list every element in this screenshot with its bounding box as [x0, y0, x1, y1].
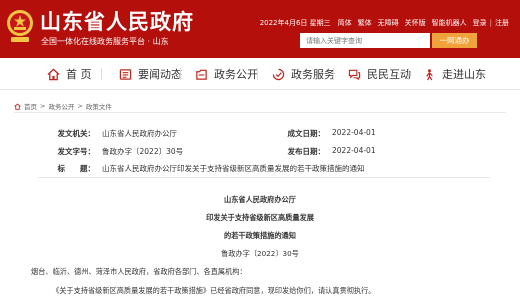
shandong-icon: [426, 68, 433, 80]
link-accessibility[interactable]: 无障碍: [375, 18, 402, 28]
doc-body-paragraph: 《关于支持省级新区高质量发展的若干政策措施》已经省政府同意，现印发给你们，请认真…: [52, 286, 376, 295]
link-robot[interactable]: 智能机器人: [429, 18, 470, 28]
interaction-icon: [348, 69, 361, 80]
main-nav: 首 页 要闻动态 政务公开 政务服务 民民互动 走进山东: [0, 58, 520, 90]
breadcrumb-home-icon: [14, 102, 21, 110]
national-emblem-icon: [7, 10, 33, 42]
nav-label: 首 页: [66, 68, 92, 81]
link-login[interactable]: 登录: [470, 18, 490, 28]
affairs-icon: [196, 69, 207, 80]
subject-value: 山东省人民政府办公厅印发关于支持省级新区高质量发展的若干政策措施的通知: [102, 164, 365, 173]
breadcrumb-affairs[interactable]: 政务公开: [48, 101, 74, 111]
nav-label: 走进山东: [442, 68, 486, 81]
breadcrumb: 首页 > 政务公开 > 政策文件: [14, 101, 112, 111]
breadcrumb-home[interactable]: 首页: [24, 101, 37, 111]
nav-item-affairs[interactable]: 政务公开: [195, 58, 258, 90]
link-care-mode[interactable]: 关怀版: [402, 18, 429, 28]
nav-item-shandong[interactable]: 走进山东: [423, 58, 486, 90]
news-icon: [119, 68, 132, 80]
doc-org: 山东省人民政府办公厅: [224, 195, 296, 204]
nav-label: 政务公开: [214, 68, 258, 81]
doc-number: 鲁政办字〔2022〕30号: [221, 249, 299, 258]
site-subtitle: 全国一体化在线政务服务平台 · 山东: [41, 37, 169, 46]
home-icon: [47, 68, 60, 80]
service-icon: [272, 68, 285, 80]
divider: [38, 177, 490, 178]
nav-item-news[interactable]: 要闻动态: [119, 58, 182, 90]
published-value: 2022-04-01: [332, 146, 376, 155]
nav-label: 要闻动态: [138, 68, 182, 81]
site-header: 山东省人民政府 全国一体化在线政务服务平台 · 山东 2022年4月6日 星期三…: [0, 0, 520, 58]
link-register[interactable]: 注册: [492, 18, 512, 28]
nav-divider: [257, 68, 258, 80]
breadcrumb-separator: >: [40, 102, 46, 110]
published-label: 发布日期：: [287, 147, 326, 156]
doc-recipients: 烟台、临沂、德州、菏泽市人民政府，省政府各部门、各直属机构：: [31, 267, 247, 276]
issuer-value: 山东省人民政府办公厅: [102, 129, 177, 138]
subject-label: 标 题：: [57, 164, 96, 173]
nav-label: 民民互动: [367, 68, 411, 81]
site-title[interactable]: 山东省人民政府: [40, 6, 194, 36]
nav-label: 政务服务: [291, 68, 335, 81]
nav-item-home[interactable]: 首 页: [47, 58, 92, 90]
link-traditional[interactable]: 繁体: [355, 18, 375, 28]
one-stop-service-button[interactable]: 一网通办: [432, 33, 477, 48]
issuer-label: 发文机关：: [57, 129, 96, 138]
breadcrumb-policy[interactable]: 政策文件: [86, 101, 112, 111]
link-simplified[interactable]: 简体: [335, 18, 355, 28]
top-links: 2022年4月6日 星期三 简体 繁体 无障碍 关怀版 智能机器人 登录 | 注…: [260, 18, 512, 28]
nav-divider: [101, 68, 102, 80]
doc-title-line2: 的若干政策措施的通知: [224, 231, 296, 240]
breadcrumb-separator: >: [77, 102, 83, 110]
created-label: 成文日期：: [287, 129, 326, 138]
doc-no-label: 发文字号：: [57, 147, 96, 156]
nav-divider: [180, 68, 181, 80]
nav-divider: [333, 68, 334, 80]
search-input[interactable]: [300, 33, 430, 48]
nav-item-interaction[interactable]: 民民互动: [348, 58, 411, 90]
nav-divider: [408, 68, 409, 80]
doc-title-line1: 印发关于支持省级新区高质量发展: [206, 213, 314, 222]
created-value: 2022-04-01: [332, 128, 376, 137]
nav-item-service[interactable]: 政务服务: [272, 58, 335, 90]
current-date: 2022年4月6日 星期三: [259, 19, 331, 27]
page: 山东省人民政府 全国一体化在线政务服务平台 · 山东 2022年4月6日 星期三…: [0, 0, 520, 300]
divider: [14, 112, 506, 113]
doc-no-value: 鲁政办字〔2022〕30号: [102, 147, 184, 156]
link-separator: |: [489, 19, 492, 27]
